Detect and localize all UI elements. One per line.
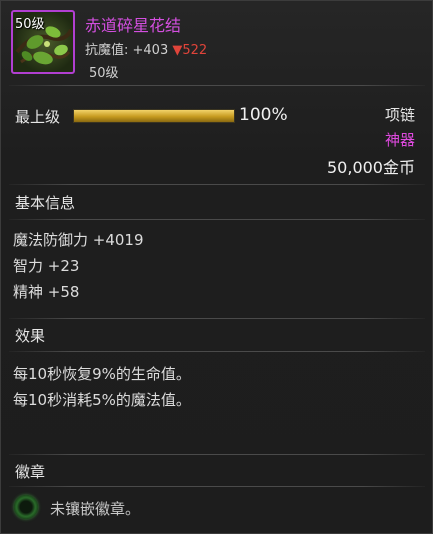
required-level: 50级 <box>89 66 119 81</box>
divider <box>9 454 425 455</box>
effect-line: 每10秒消耗5%的魔法值。 <box>13 391 191 409</box>
section-title-badge: 徽章 <box>15 463 46 481</box>
badge-empty-text: 未镶嵌徽章。 <box>50 500 141 518</box>
tier-label: 最上级 <box>15 108 61 126</box>
stat-down-arrow-icon: ▼ <box>172 43 183 58</box>
effect-line: 每10秒恢复9%的生命值。 <box>13 365 191 383</box>
stat-spirit: 精神 +58 <box>13 283 80 301</box>
magic-resist-drop: 522 <box>182 43 208 58</box>
item-price: 50,000金币 <box>327 158 415 177</box>
empty-badge-slot-icon <box>14 495 38 519</box>
item-slot: 项链 <box>384 106 415 124</box>
divider <box>9 184 425 185</box>
magic-resist-line: 抗魔值: +403 ▼522 <box>85 39 207 58</box>
magic-resist-value: 抗魔值: +403 <box>85 43 169 58</box>
divider <box>9 351 425 352</box>
item-rarity: 神器 <box>384 131 415 149</box>
stat-magic-defense: 魔法防御力 +4019 <box>13 231 144 249</box>
divider <box>9 219 425 220</box>
divider <box>9 318 425 319</box>
item-tooltip: 50级 赤道碎星花结 抗魔值: +403 ▼522 50级 最上级 100% 项… <box>0 0 433 534</box>
section-title-basic-info: 基本信息 <box>15 194 76 212</box>
upgrade-progress-percent: 100% <box>239 105 288 125</box>
item-name: 赤道碎星花结 <box>85 16 182 35</box>
upgrade-progress-bar <box>73 109 235 123</box>
section-title-effects: 效果 <box>15 327 46 345</box>
item-level-badge: 50级 <box>15 17 45 32</box>
divider <box>9 486 425 487</box>
divider <box>9 85 425 86</box>
upgrade-progress-fill <box>74 110 234 122</box>
stat-intelligence: 智力 +23 <box>13 257 80 275</box>
